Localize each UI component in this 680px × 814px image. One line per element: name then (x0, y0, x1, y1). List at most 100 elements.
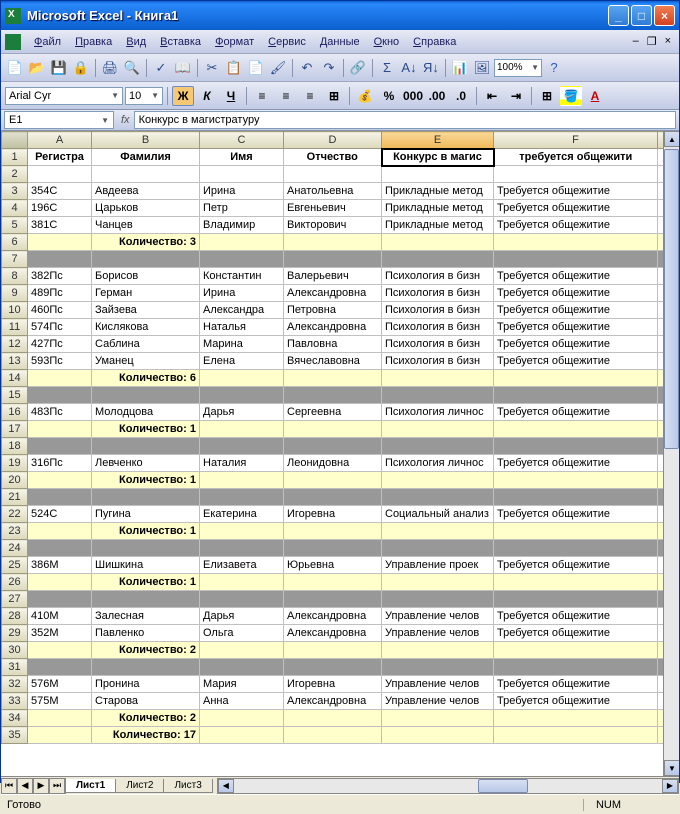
cell-D25[interactable]: Юрьевна (284, 557, 382, 574)
row-header-23[interactable]: 23 (2, 523, 28, 540)
cell-B9[interactable]: Герман (92, 285, 200, 302)
cell-B22[interactable]: Пугина (92, 506, 200, 523)
cell-D5[interactable]: Викторович (284, 217, 382, 234)
cell-F19[interactable]: Требуется общежитие (494, 455, 658, 472)
cell-F29[interactable]: Требуется общежитие (494, 625, 658, 642)
cell-F32[interactable]: Требуется общежитие (494, 676, 658, 693)
cell-B8[interactable]: Борисов (92, 268, 200, 285)
cell-B31[interactable] (92, 659, 200, 676)
cell-D32[interactable]: Игоревна (284, 676, 382, 693)
decrease-decimal-button[interactable]: .0 (450, 86, 472, 106)
col-header-F[interactable]: F (494, 132, 658, 149)
cell-C19[interactable]: Наталия (200, 455, 284, 472)
cell-B30[interactable]: Количество: 2 (92, 642, 200, 659)
cell-E1[interactable]: Конкурс в магис (382, 149, 494, 166)
cell-E28[interactable]: Управление челов (382, 608, 494, 625)
row-header-35[interactable]: 35 (2, 727, 28, 744)
cell-A6[interactable] (28, 234, 92, 251)
sheet-tab-1[interactable]: Лист1 (65, 779, 116, 793)
cell-B28[interactable]: Залесная (92, 608, 200, 625)
cell-B19[interactable]: Левченко (92, 455, 200, 472)
sort-asc-icon[interactable]: A↓ (399, 58, 419, 78)
cell-E30[interactable] (382, 642, 494, 659)
cell-C3[interactable]: Ирина (200, 183, 284, 200)
row-header-18[interactable]: 18 (2, 438, 28, 455)
undo-icon[interactable]: ↶ (297, 58, 317, 78)
cell-E16[interactable]: Психология личнос (382, 404, 494, 421)
doc-minimize-button[interactable]: – (633, 35, 639, 48)
cell-C21[interactable] (200, 489, 284, 506)
cell-C6[interactable] (200, 234, 284, 251)
preview-icon[interactable]: 🔍 (122, 58, 142, 78)
cell-B10[interactable]: Зайзева (92, 302, 200, 319)
cell-B26[interactable]: Количество: 1 (92, 574, 200, 591)
cell-C9[interactable]: Ирина (200, 285, 284, 302)
cell-D21[interactable] (284, 489, 382, 506)
cell-B6[interactable]: Количество: 3 (92, 234, 200, 251)
cell-A7[interactable] (28, 251, 92, 268)
menu-файл[interactable]: Файл (27, 34, 68, 50)
cell-D6[interactable] (284, 234, 382, 251)
spell-icon[interactable]: ✓ (151, 58, 171, 78)
row-header-13[interactable]: 13 (2, 353, 28, 370)
tab-prev-button[interactable]: ◀ (17, 778, 33, 794)
cell-F28[interactable]: Требуется общежитие (494, 608, 658, 625)
cell-A18[interactable] (28, 438, 92, 455)
col-header-A[interactable]: A (28, 132, 92, 149)
increase-decimal-button[interactable]: .00 (426, 86, 448, 106)
cell-B34[interactable]: Количество: 2 (92, 710, 200, 727)
cell-F8[interactable]: Требуется общежитие (494, 268, 658, 285)
cell-F9[interactable]: Требуется общежитие (494, 285, 658, 302)
row-header-1[interactable]: 1 (2, 149, 28, 166)
cell-B15[interactable] (92, 387, 200, 404)
cell-B25[interactable]: Шишкина (92, 557, 200, 574)
row-header-33[interactable]: 33 (2, 693, 28, 710)
cell-A25[interactable]: 386М (28, 557, 92, 574)
select-all-corner[interactable] (2, 132, 28, 149)
cell-C5[interactable]: Владимир (200, 217, 284, 234)
cell-E21[interactable] (382, 489, 494, 506)
menu-вид[interactable]: Вид (119, 34, 153, 50)
cell-A17[interactable] (28, 421, 92, 438)
cell-D34[interactable] (284, 710, 382, 727)
cell-A22[interactable]: 524С (28, 506, 92, 523)
cell-E19[interactable]: Психология личнос (382, 455, 494, 472)
cell-C23[interactable] (200, 523, 284, 540)
minimize-button[interactable]: _ (608, 5, 629, 26)
cell-E5[interactable]: Прикладные метод (382, 217, 494, 234)
cell-A9[interactable]: 489Пс (28, 285, 92, 302)
maximize-button[interactable]: □ (631, 5, 652, 26)
cell-A14[interactable] (28, 370, 92, 387)
cell-B23[interactable]: Количество: 1 (92, 523, 200, 540)
cell-B2[interactable] (92, 166, 200, 183)
cell-A16[interactable]: 483Пс (28, 404, 92, 421)
cell-C14[interactable] (200, 370, 284, 387)
row-header-22[interactable]: 22 (2, 506, 28, 523)
cell-B5[interactable]: Чанцев (92, 217, 200, 234)
cell-F31[interactable] (494, 659, 658, 676)
cell-E22[interactable]: Социальный анализ (382, 506, 494, 523)
cell-A26[interactable] (28, 574, 92, 591)
comma-button[interactable]: 000 (402, 86, 424, 106)
cell-D12[interactable]: Павловна (284, 336, 382, 353)
cell-F16[interactable]: Требуется общежитие (494, 404, 658, 421)
cell-F24[interactable] (494, 540, 658, 557)
cell-C11[interactable]: Наталья (200, 319, 284, 336)
cell-E27[interactable] (382, 591, 494, 608)
sheet-tab-2[interactable]: Лист2 (115, 779, 164, 793)
cell-F1[interactable]: требуется общежити (494, 149, 658, 166)
cell-A29[interactable]: 352М (28, 625, 92, 642)
cell-F2[interactable] (494, 166, 658, 183)
cell-D30[interactable] (284, 642, 382, 659)
cell-B11[interactable]: Кислякова (92, 319, 200, 336)
cell-F22[interactable]: Требуется общежитие (494, 506, 658, 523)
row-header-6[interactable]: 6 (2, 234, 28, 251)
cell-F25[interactable]: Требуется общежитие (494, 557, 658, 574)
cell-C25[interactable]: Елизавета (200, 557, 284, 574)
drawing-icon[interactable]: 🖼 (472, 58, 492, 78)
cell-A13[interactable]: 593Пс (28, 353, 92, 370)
vscroll-thumb[interactable] (664, 149, 679, 449)
cell-F14[interactable] (494, 370, 658, 387)
cell-E34[interactable] (382, 710, 494, 727)
cell-B24[interactable] (92, 540, 200, 557)
